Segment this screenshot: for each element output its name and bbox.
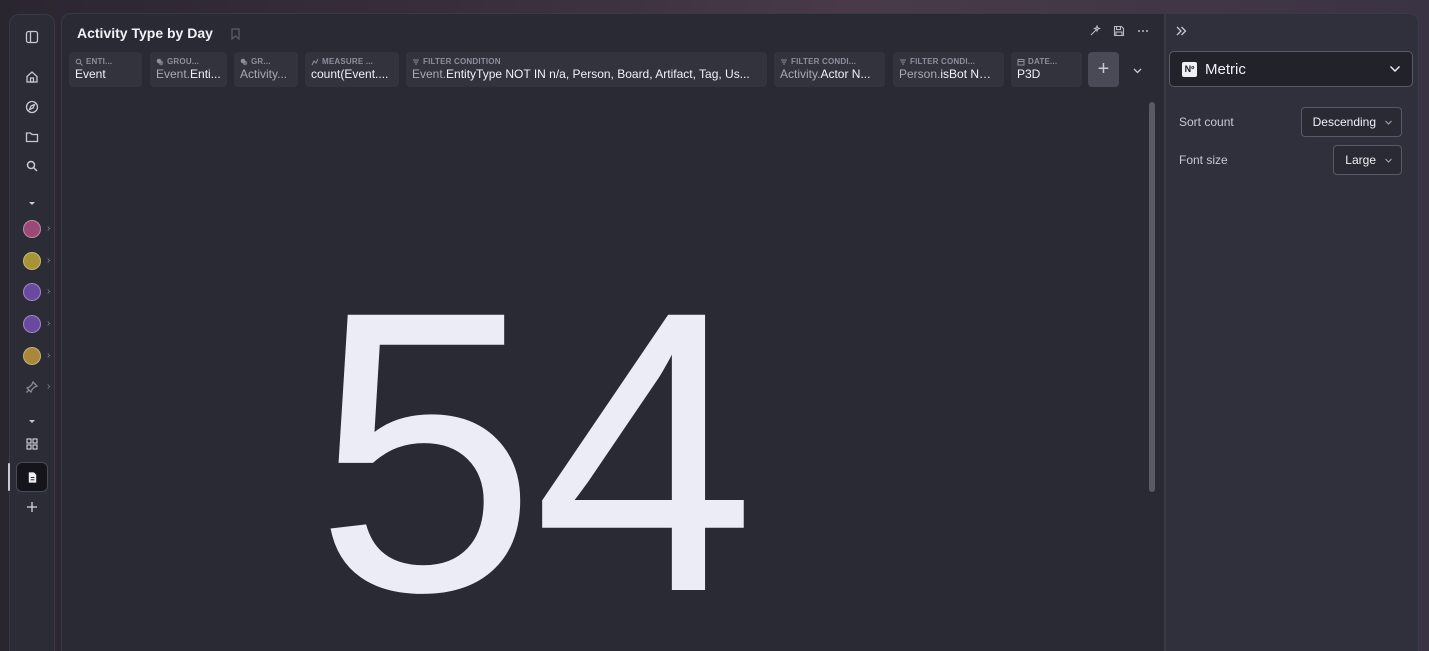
- pill-head: DATE...: [1028, 57, 1058, 66]
- pill-prefix: Person.: [899, 67, 941, 81]
- sparkle-icon[interactable]: [1088, 24, 1102, 38]
- metric-badge-icon: Nº: [1182, 61, 1197, 77]
- sort-count-row: Sort count Descending: [1179, 107, 1402, 137]
- font-size-row: Font size Large: [1179, 145, 1402, 175]
- pill-value: P3D: [1017, 67, 1041, 81]
- pill-group-2[interactable]: GR... Activity...: [234, 52, 298, 87]
- font-size-value: Large: [1345, 153, 1376, 167]
- pill-head: GR...: [251, 57, 271, 66]
- home-icon[interactable]: [10, 64, 54, 90]
- main-panel: Activity Type by Day ENTI... Event GROU.…: [61, 13, 1165, 651]
- pill-filter-entitytype[interactable]: FILTER CONDITION Event.EntityType NOT IN…: [406, 52, 767, 87]
- pill-prefix: count(Event.: [311, 67, 379, 81]
- save-icon[interactable]: [1112, 24, 1126, 38]
- sort-count-value: Descending: [1312, 115, 1376, 129]
- pill-prefix: Activity.: [780, 67, 821, 81]
- chevron-right-icon: ›: [47, 223, 51, 234]
- sort-count-select[interactable]: Descending: [1300, 107, 1402, 137]
- pill-entity[interactable]: ENTI... Event: [69, 52, 142, 87]
- pill-head: ENTI...: [86, 57, 113, 66]
- pill-head: FILTER CONDI...: [791, 57, 857, 66]
- chevron-down-icon: [1388, 62, 1402, 81]
- pill-value: Activity...: [240, 67, 288, 81]
- pill-value: EntityType NOT IN n/a, Person, Board, Ar…: [446, 67, 750, 81]
- pill-head: FILTER CONDITION: [423, 57, 501, 66]
- pill-prefix: Event.: [412, 67, 447, 81]
- pill-filter-actor[interactable]: FILTER CONDI... Activity.Actor N...: [774, 52, 885, 87]
- chevron-down-icon[interactable]: [1132, 63, 1143, 81]
- pill-head: MEASURE ...: [322, 57, 374, 66]
- collapse-panel-icon[interactable]: [1174, 24, 1188, 43]
- pill-measure[interactable]: MEASURE ... count(Event....: [305, 52, 399, 87]
- pill-head: FILTER CONDI...: [910, 57, 976, 66]
- pill-prefix: Event.: [156, 67, 191, 81]
- more-icon[interactable]: [1136, 24, 1150, 38]
- compass-icon[interactable]: [10, 94, 54, 120]
- visualization-select[interactable]: Nº Metric: [1169, 51, 1413, 87]
- folder-icon[interactable]: [10, 124, 54, 150]
- metric-display: 54: [62, 100, 1148, 651]
- sidebar-toggle-icon[interactable]: [10, 24, 54, 50]
- workspace-dot-1[interactable]: [23, 220, 41, 238]
- sort-count-label: Sort count: [1179, 115, 1234, 129]
- scrollbar[interactable]: [1146, 100, 1156, 651]
- chevron-down-icon: [1385, 120, 1392, 125]
- pill-value: ...: [378, 67, 389, 81]
- pill-head: GROU...: [167, 57, 200, 66]
- settings-panel: Nº Metric Sort count Descending Font siz…: [1165, 13, 1419, 651]
- pill-value: Event: [75, 67, 106, 81]
- metric-value: 54: [314, 228, 756, 651]
- pill-date[interactable]: DATE... P3D: [1011, 52, 1082, 87]
- search-icon[interactable]: [10, 153, 54, 179]
- caret-down-icon[interactable]: [10, 190, 54, 216]
- pill-value: isBot NO...: [940, 67, 998, 81]
- chevron-down-icon: [1385, 158, 1392, 163]
- visualization-label: Metric: [1205, 60, 1246, 78]
- pill-filter-isbot[interactable]: FILTER CONDI... Person.isBot NO...: [893, 52, 1004, 87]
- pill-value: Actor N...: [820, 67, 871, 81]
- font-size-label: Font size: [1179, 153, 1228, 167]
- page-title: Activity Type by Day: [77, 25, 213, 41]
- pill-value: Enti...: [190, 67, 221, 81]
- pill-group-1[interactable]: GROU... Event.Enti...: [150, 52, 227, 87]
- scrollbar-thumb[interactable]: [1149, 102, 1155, 492]
- add-pill-button[interactable]: +: [1088, 52, 1119, 87]
- font-size-select[interactable]: Large: [1333, 145, 1402, 175]
- bookmark-icon[interactable]: [230, 27, 241, 45]
